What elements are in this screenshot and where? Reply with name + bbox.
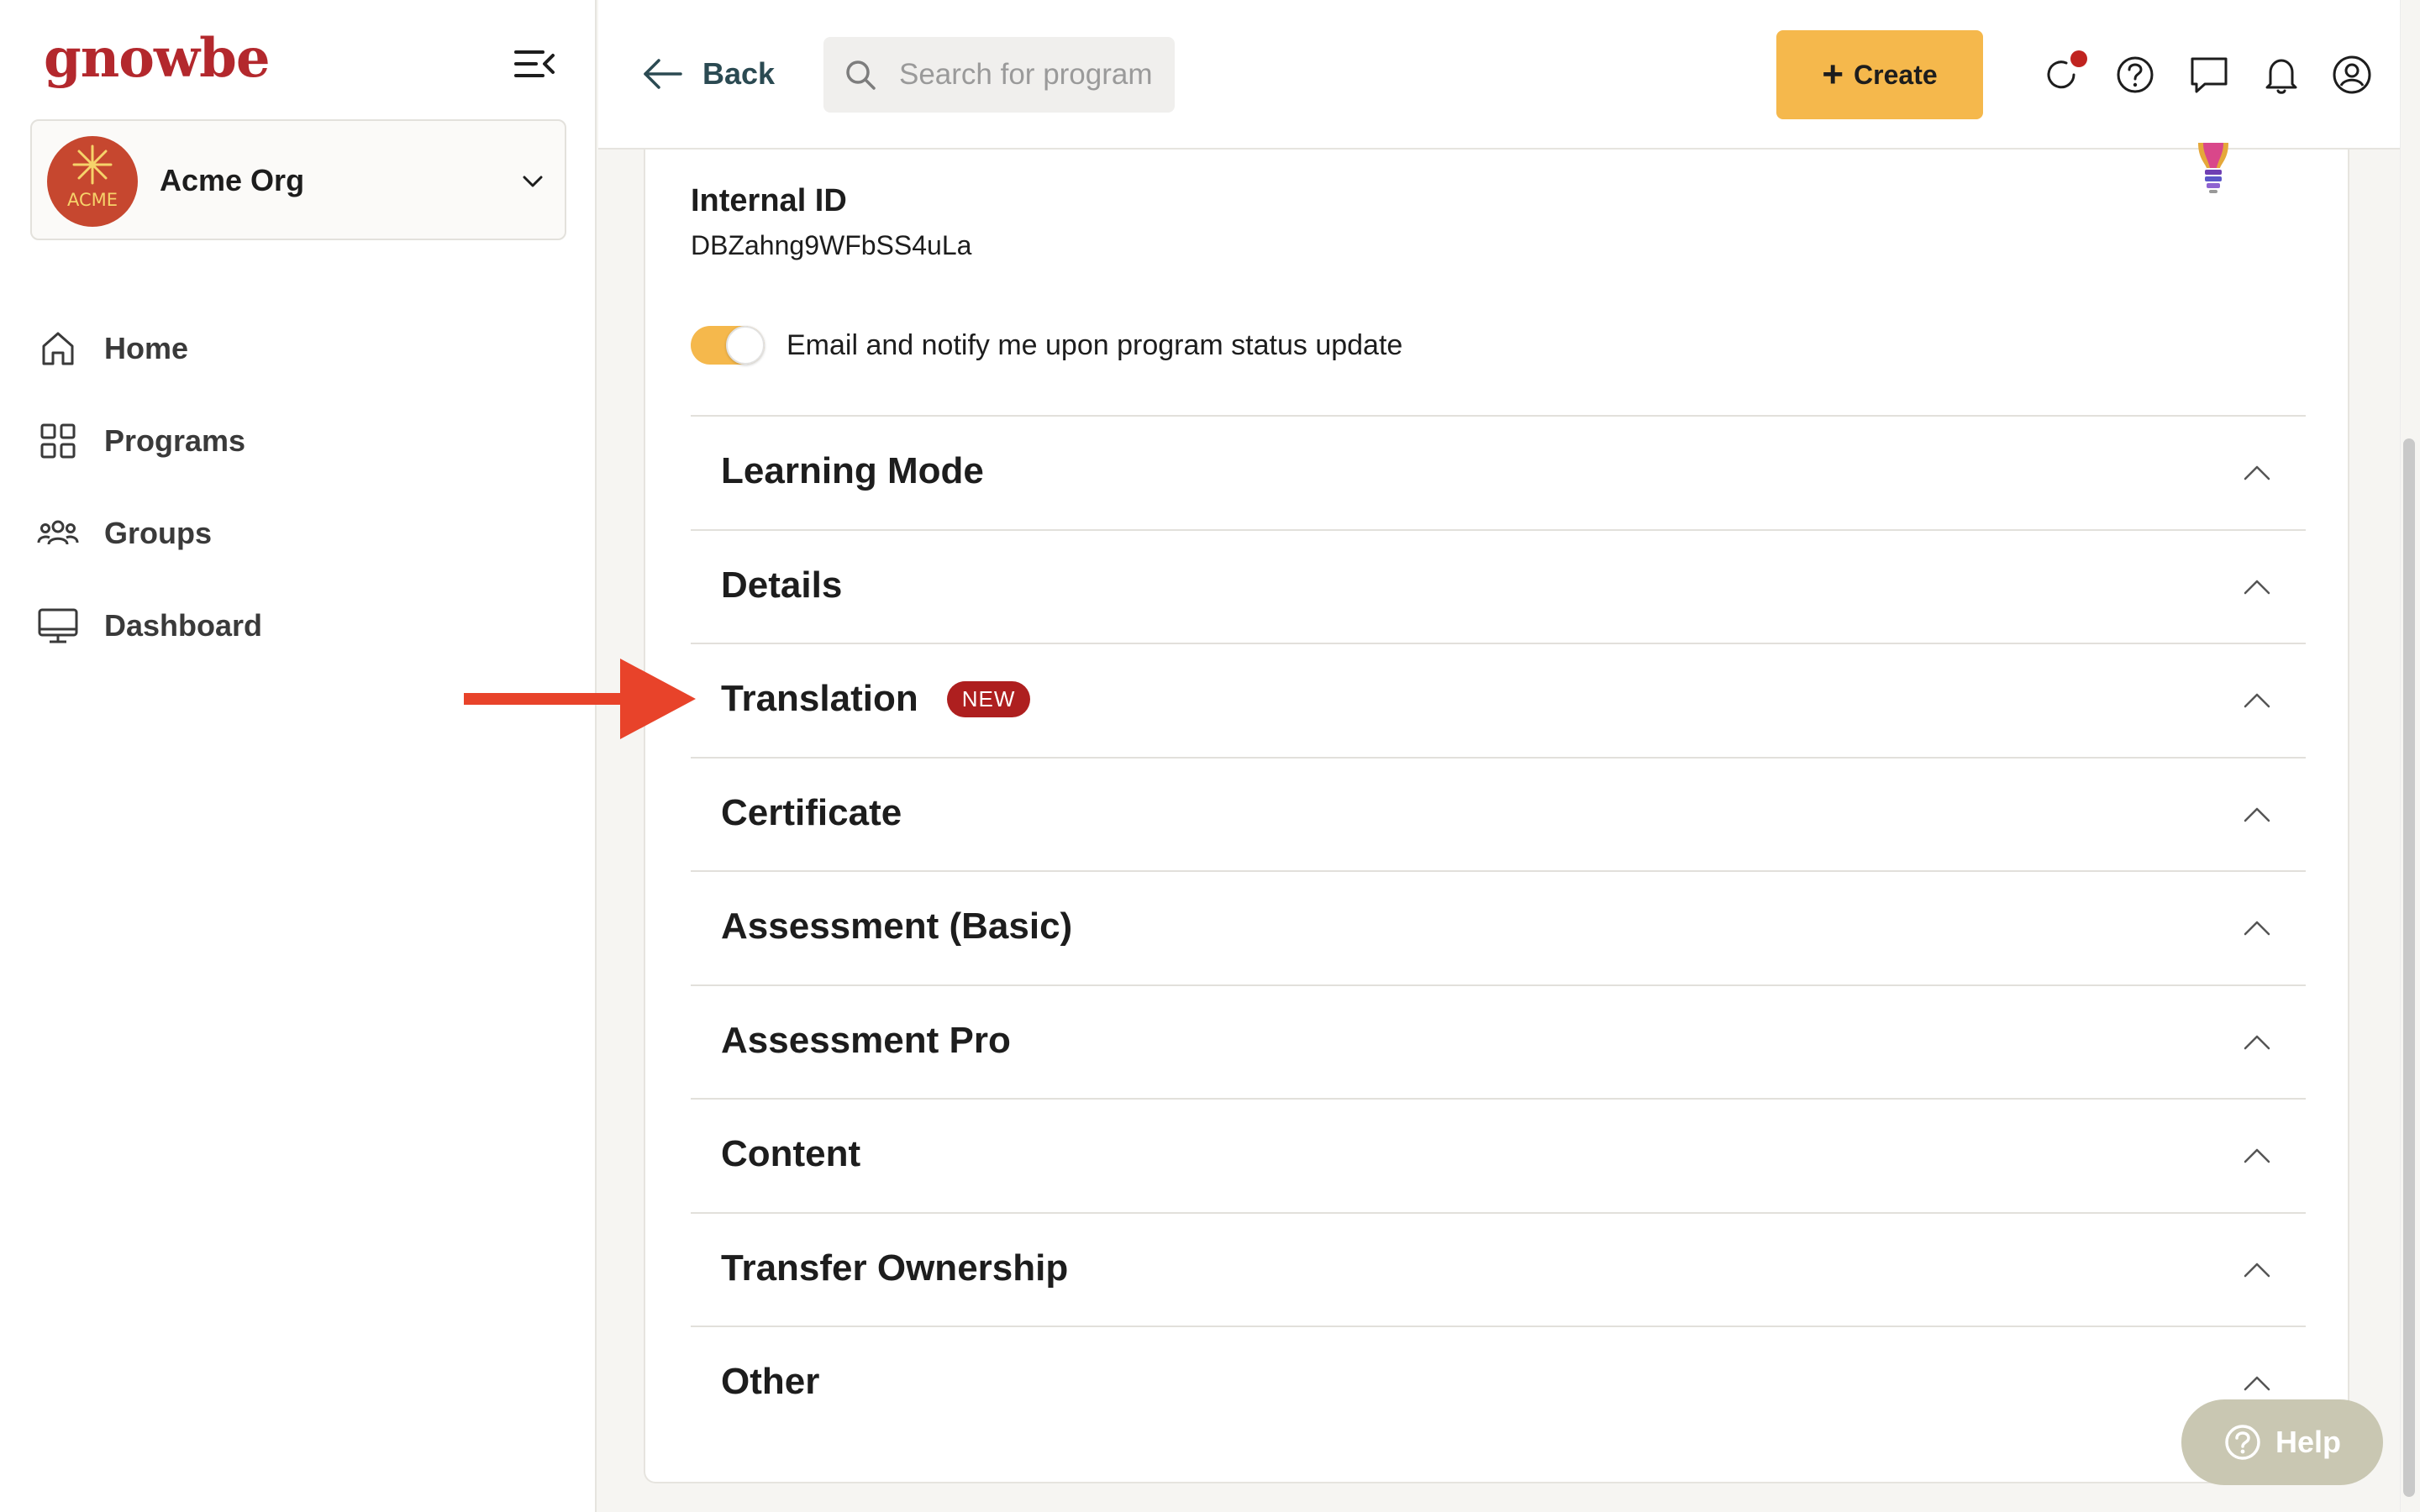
org-switcher[interactable]: ACME Acme Org <box>30 119 566 240</box>
sidebar-item-label: Groups <box>104 516 213 550</box>
internal-id-label: Internal ID <box>691 183 847 218</box>
settings-sections: Learning Mode Details Translation NEW Ce… <box>691 415 2306 1440</box>
search-input[interactable] <box>899 58 1151 92</box>
notify-row: Email and notify me upon program status … <box>691 326 1402 365</box>
section-assessment-basic[interactable]: Assessment (Basic) <box>691 870 2306 984</box>
program-settings-card: Internal ID DBZahng9WFbSS4uLa Email and … <box>644 143 2349 1483</box>
section-title: Translation <box>721 678 918 719</box>
section-certificate[interactable]: Certificate <box>691 756 2306 871</box>
internal-id-value: DBZahng9WFbSS4uLa <box>691 230 972 260</box>
chat-icon[interactable] <box>2188 54 2230 96</box>
chevron-up-icon <box>2244 693 2270 708</box>
sidebar-item-programs[interactable]: Programs <box>0 395 597 487</box>
org-avatar: ACME <box>47 136 138 227</box>
plus-icon: + <box>1822 54 1844 95</box>
help-circle-icon[interactable] <box>2114 54 2156 96</box>
lightbulb-icon <box>2198 143 2228 193</box>
section-title: Other <box>721 1361 820 1402</box>
section-title: Learning Mode <box>721 450 984 491</box>
account-icon[interactable] <box>2331 54 2373 96</box>
chevron-up-icon <box>2244 1263 2270 1277</box>
sidebar-item-groups[interactable]: Groups <box>0 487 597 580</box>
section-learning-mode[interactable]: Learning Mode <box>691 415 2306 529</box>
org-name: Acme Org <box>160 163 305 197</box>
chevron-up-icon <box>2244 1035 2270 1049</box>
section-assessment-pro[interactable]: Assessment Pro <box>691 984 2306 1099</box>
back-label: Back <box>702 56 776 91</box>
new-badge: NEW <box>946 680 1031 717</box>
help-circle-icon <box>2225 1425 2260 1460</box>
section-title: Content <box>721 1133 861 1174</box>
chevron-up-icon <box>2244 580 2270 594</box>
chevron-up-icon <box>2244 807 2270 822</box>
section-details[interactable]: Details <box>691 528 2306 643</box>
section-title: Transfer Ownership <box>721 1247 1069 1289</box>
app-logo[interactable]: gnowbe <box>44 27 271 90</box>
chevron-up-icon <box>2244 1148 2270 1163</box>
starburst-icon <box>72 144 113 185</box>
chevron-up-icon <box>2244 465 2270 480</box>
toggle-knob <box>726 326 765 365</box>
create-label: Create <box>1854 59 1938 90</box>
sidebar-item-label: Home <box>104 331 189 365</box>
sidebar-item-home[interactable]: Home <box>0 302 597 395</box>
monitor-icon <box>38 608 78 643</box>
grid-icon <box>40 423 76 459</box>
home-icon <box>42 332 74 365</box>
section-translation[interactable]: Translation NEW <box>691 643 2306 757</box>
back-button[interactable]: Back <box>642 49 775 99</box>
section-title: Certificate <box>721 791 902 833</box>
sidebar: gnowbe ACME Acme Org Home Programs Group… <box>0 0 597 1512</box>
create-button[interactable]: + Create <box>1776 30 1983 119</box>
search-box <box>823 37 1175 113</box>
sidebar-nav: Home Programs Groups Dashboard <box>0 302 597 672</box>
sidebar-item-label: Programs <box>104 423 246 458</box>
pointer-arrow-icon <box>464 659 696 739</box>
help-button[interactable]: Help <box>2181 1399 2383 1485</box>
sidebar-item-label: Dashboard <box>104 608 263 643</box>
notify-toggle[interactable] <box>691 326 765 365</box>
chevron-down-icon <box>523 176 543 187</box>
notification-dot <box>2070 50 2087 67</box>
collapse-sidebar-icon[interactable] <box>514 47 556 81</box>
arrow-left-icon <box>644 59 682 89</box>
help-label: Help <box>2275 1425 2341 1459</box>
chevron-up-icon <box>2244 1376 2270 1391</box>
notify-label: Email and notify me upon program status … <box>786 328 1403 361</box>
section-content[interactable]: Content <box>691 1098 2306 1212</box>
users-icon <box>37 520 79 545</box>
section-title: Details <box>721 564 843 606</box>
section-title: Assessment Pro <box>721 1019 1011 1061</box>
org-avatar-text: ACME <box>66 190 118 210</box>
section-title: Assessment (Basic) <box>721 906 1073 947</box>
top-bar: Back + Create <box>598 0 2410 150</box>
scrollbar-thumb[interactable] <box>2403 438 2415 1497</box>
section-transfer-ownership[interactable]: Transfer Ownership <box>691 1211 2306 1326</box>
section-other[interactable]: Other <box>691 1326 2306 1440</box>
chevron-up-icon <box>2244 921 2270 936</box>
bell-icon[interactable] <box>2260 54 2302 96</box>
search-icon <box>846 60 876 90</box>
